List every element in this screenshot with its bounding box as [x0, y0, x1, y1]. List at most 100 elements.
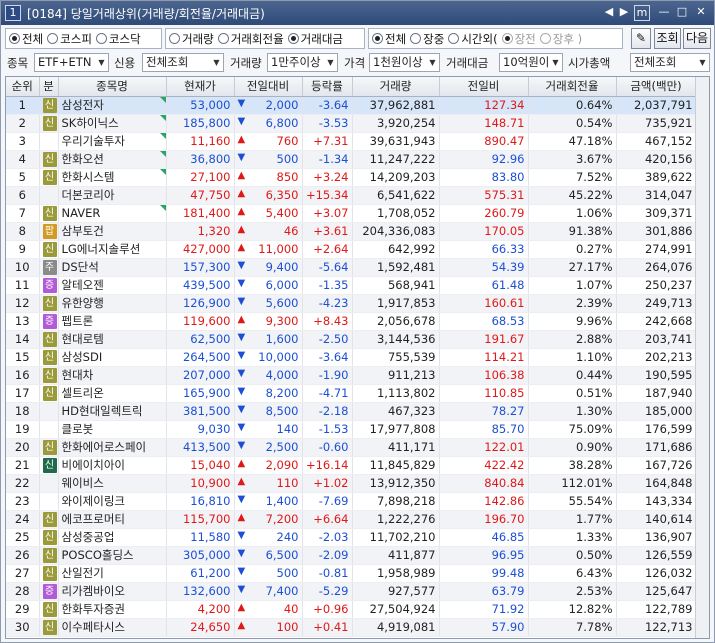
stock-name[interactable]: 한화오션	[62, 152, 104, 166]
table-row[interactable]: 28 증 리가켐바이오 132,600 ▼ 7,400 -5.29 927,577 63.79 2…	[6, 582, 697, 601]
stock-name[interactable]: 한화투자증권	[62, 602, 125, 616]
vertical-scrollbar[interactable]	[695, 77, 709, 638]
table-row[interactable]: 29 신 한화투자증권 4,200 ▲ 40 +0.96 27,504,924 71.92 12.…	[6, 600, 697, 619]
column-header[interactable]: 종목명	[58, 77, 167, 97]
table-row[interactable]: 15 신 삼성SDI 264,500 ▼ 10,000 -3.64 755,539 114.21…	[6, 348, 697, 367]
search-button[interactable]: 조회	[654, 28, 681, 49]
tool-icon[interactable]: ✎	[631, 28, 651, 49]
table-row[interactable]: 13 증 펩트론 119,600 ▲ 9,300 +8.43 2,056,678 68.53 9.…	[6, 312, 697, 331]
column-header[interactable]: 분	[39, 77, 59, 97]
stock-name[interactable]: DS단석	[62, 260, 99, 274]
table-row[interactable]: 27 신 산일전기 61,200 ▼ 500 -0.81 1,958,989 99.48 6.43…	[6, 564, 697, 583]
stock-name[interactable]: 삼성중공업	[62, 530, 115, 544]
column-header[interactable]: 거래량	[352, 77, 440, 97]
amount-cell: 126,559	[616, 546, 697, 565]
table-row[interactable]: 9 신 LG에너지솔루션 427,000 ▲ 11,000 +2.64 642,992 66.3…	[6, 240, 697, 259]
stock-name[interactable]: 삼성SDI	[62, 350, 103, 364]
table-row[interactable]: 25 신 삼성중공업 11,580 ▼ 240 -2.03 11,702,210 46.85 1.…	[6, 528, 697, 547]
market-radio-1[interactable]: 코스피	[47, 31, 92, 47]
sort-radio-0[interactable]: 거래량	[169, 31, 214, 47]
stock-name[interactable]: 한화에어로스페이	[62, 440, 147, 454]
stock-name[interactable]: 클로봇	[62, 422, 94, 436]
stock-name[interactable]: 리가켐바이오	[62, 584, 125, 598]
table-row[interactable]: 12 신 유한양행 126,900 ▼ 5,600 -4.23 1,917,853 160.61…	[6, 294, 697, 313]
mcap-select[interactable]: 전체조회 ▼	[630, 53, 710, 72]
stock-name[interactable]: 삼성전자	[62, 98, 104, 112]
column-header[interactable]: 전일비	[439, 77, 529, 97]
stock-name[interactable]: 와이제이링크	[62, 494, 125, 508]
table-row[interactable]: 1 신 삼성전자 53,000 ▼ 2,000 -3.64 37,962,881 127.34 0…	[6, 96, 697, 115]
table-row[interactable]: 20 신 한화에어로스페이 413,500 ▼ 2,500 -0.60 411,171 122.…	[6, 438, 697, 457]
session-radio-2[interactable]: 시간외(	[448, 31, 498, 47]
session-radio-0[interactable]: 전체	[372, 31, 406, 47]
table-row[interactable]: 22 웨이비스 10,900 ▲ 110 +1.02 13,912,350 840.84 112…	[6, 474, 697, 493]
window-number-badge[interactable]: 1	[5, 5, 21, 21]
minimize-icon[interactable]: —	[658, 5, 670, 21]
table-row[interactable]: 26 신 POSCO홀딩스 305,000 ▼ 6,500 -2.09 411,877 96.9…	[6, 546, 697, 565]
column-header[interactable]: 금액(백만)	[616, 77, 697, 97]
volume-select[interactable]: 1만주이상 ▼	[267, 53, 338, 72]
next-arrow-icon[interactable]: ▶	[619, 5, 629, 21]
table-row[interactable]: 23 와이제이링크 16,810 ▼ 1,400 -7.69 7,898,218 142.86…	[6, 492, 697, 511]
column-header[interactable]: 거래회전율	[528, 77, 617, 97]
table-row[interactable]: 11 증 알테오젠 439,500 ▼ 6,000 -1.35 568,941 61.48 1.0…	[6, 276, 697, 295]
stock-name[interactable]: LG에너지솔루션	[62, 242, 141, 256]
table-row[interactable]: 21 신 비에이치아이 15,040 ▲ 2,090 +16.14 11,845,829 422…	[6, 456, 697, 475]
table-row[interactable]: 18 HD현대일렉트릭 381,500 ▼ 8,500 -2.18 467,323 78.27…	[6, 402, 697, 421]
amount-select[interactable]: 10억원이상 ▼	[499, 53, 563, 72]
stock-name[interactable]: NAVER	[62, 206, 101, 220]
stock-name[interactable]: 알테오젠	[62, 278, 104, 292]
stock-name[interactable]: 산일전기	[62, 566, 104, 580]
change-value: 140	[276, 422, 299, 436]
item-select[interactable]: ETF+ETN 제 ▼	[34, 53, 109, 72]
menu-m-button[interactable]: m	[634, 5, 650, 21]
table-row[interactable]: 17 신 셀트리온 165,900 ▼ 8,200 -4.71 1,113,802 110.85…	[6, 384, 697, 403]
next-button[interactable]: 다음	[683, 28, 711, 49]
price-select[interactable]: 1천원이상 ▼	[369, 53, 440, 72]
column-header[interactable]: 전일대비	[234, 77, 303, 97]
stock-name[interactable]: HD현대일렉트릭	[62, 404, 143, 418]
stock-name[interactable]: 현대차	[62, 368, 94, 382]
stock-name[interactable]: 셀트리온	[62, 386, 104, 400]
table-row[interactable]: 24 신 에코프로머티 115,700 ▲ 7,200 +6.64 1,222,276 196.…	[6, 510, 697, 529]
credit-select[interactable]: 전체조회 ▼	[142, 53, 224, 72]
market-radio-0[interactable]: 전체	[9, 31, 43, 47]
table-row[interactable]: 2 신 SK하이닉스 185,800 ▼ 6,800 -3.53 3,920,254 148.7…	[6, 114, 697, 133]
table-row[interactable]: 14 신 현대로템 62,500 ▼ 1,600 -2.50 3,144,536 191.67 2…	[6, 330, 697, 349]
table-row[interactable]: 6 더본코리아 47,750 ▲ 6,350 +15.34 6,541,622 575.31 4…	[6, 186, 697, 205]
stock-name[interactable]: 한화시스템	[62, 170, 115, 184]
stock-name[interactable]: 삼부토건	[62, 224, 104, 238]
session-radio-3[interactable]: 장전	[501, 31, 536, 47]
stock-name[interactable]: 에코프로머티	[62, 512, 125, 526]
table-row[interactable]: 8 팝 삼부토건 1,320 ▲ 46 +3.61 204,336,083 170.05 91.3…	[6, 222, 697, 241]
close-icon[interactable]: ✕	[694, 5, 708, 21]
column-header[interactable]: 순위	[6, 77, 40, 97]
stock-name[interactable]: POSCO홀딩스	[62, 548, 134, 562]
stock-name[interactable]: 유한양행	[62, 296, 104, 310]
stock-name[interactable]: 펩트론	[62, 314, 94, 328]
session-radio-4[interactable]: 장후 )	[539, 31, 582, 47]
stock-name[interactable]: 비에이치아이	[62, 458, 125, 472]
table-row[interactable]: 30 신 이수페타시스 24,650 ▲ 100 +0.41 4,919,081 57.90 7.…	[6, 618, 697, 637]
stock-name[interactable]: 더본코리아	[62, 188, 115, 202]
table-row[interactable]: 4 신 한화오션 36,800 ▼ 500 -1.34 11,247,222 92.96 3.67…	[6, 150, 697, 169]
stock-name[interactable]: SK하이닉스	[62, 116, 119, 130]
market-radio-2[interactable]: 코스닥	[95, 31, 141, 47]
prev-arrow-icon[interactable]: ◀	[604, 5, 614, 21]
sort-radio-1[interactable]: 거래회전율	[217, 31, 284, 47]
stock-name[interactable]: 이수페타시스	[62, 620, 125, 634]
table-row[interactable]: 7 신 NAVER 181,400 ▲ 5,400 +3.07 1,708,052 260.79…	[6, 204, 697, 223]
stock-name[interactable]: 현대로템	[62, 332, 104, 346]
maximize-icon[interactable]: □	[675, 5, 689, 21]
table-row[interactable]: 10 주 DS단석 157,300 ▼ 9,400 -5.64 1,592,481 54.39 2…	[6, 258, 697, 277]
session-radio-1[interactable]: 장중	[410, 31, 444, 47]
column-header[interactable]: 등락률	[302, 77, 353, 97]
table-row[interactable]: 5 신 한화시스템 27,100 ▲ 850 +3.24 14,209,203 83.80 7.5…	[6, 168, 697, 187]
table-row[interactable]: 16 신 현대차 207,000 ▼ 4,000 -1.90 911,213 106.38 0.4…	[6, 366, 697, 385]
stock-name[interactable]: 우리기술투자	[62, 134, 125, 148]
table-row[interactable]: 19 클로봇 9,030 ▼ 140 -1.53 17,977,808 85.70 75.09%…	[6, 420, 697, 439]
sort-radio-2[interactable]: 거래대금	[287, 31, 343, 47]
stock-name[interactable]: 웨이비스	[62, 476, 104, 490]
table-row[interactable]: 3 우리기술투자 11,160 ▲ 760 +7.31 39,631,943 890.47 47…	[6, 132, 697, 151]
column-header[interactable]: 현재가	[166, 77, 235, 97]
